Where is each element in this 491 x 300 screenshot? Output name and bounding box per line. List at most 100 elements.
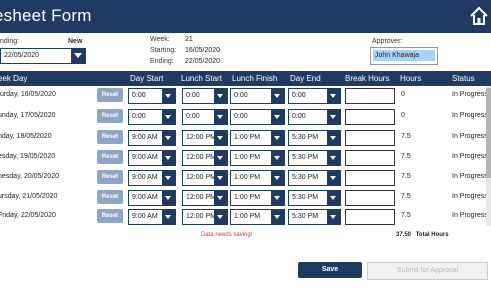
table-row: Friday, 22/05/2020 Reset 9:00 AM 12:00 PM 1:… (0, 207, 491, 226)
lunch-start-dropdown[interactable]: 0:00 (182, 88, 228, 104)
header-day-end: Day End (290, 74, 321, 83)
day-end-dropdown[interactable]: 5:30 PM (288, 190, 341, 206)
lunch-start-dropdown[interactable]: 12:00 PM (182, 190, 228, 206)
lunch-start-value: 12:00 PM (186, 174, 216, 181)
lunch-finish-value: 1:00 PM (234, 134, 261, 141)
lunch-finish-dropdown[interactable]: 1:00 PM (230, 150, 285, 166)
chevron-down-icon (327, 151, 340, 165)
reset-button[interactable]: Reset (97, 190, 123, 204)
row-hours: 7.5 (401, 193, 411, 200)
header-day-start: Day Start (130, 74, 164, 83)
day-end-dropdown[interactable]: 5:30 PM (288, 150, 341, 166)
break-hours-input[interactable] (345, 88, 395, 104)
day-end-dropdown[interactable]: 5:30 PM (288, 209, 341, 225)
ending-label: Ending: (150, 58, 174, 65)
day-start-dropdown[interactable]: 0:00 (128, 88, 176, 104)
day-end-dropdown[interactable]: 5:30 PM (288, 130, 341, 146)
chevron-down-icon (162, 171, 175, 185)
row-day: nday, 18/05/2020 (0, 133, 52, 140)
starting-value: 16/05/2020 (185, 47, 221, 54)
header-lunch-start: Lunch Start (181, 74, 222, 83)
reset-button[interactable]: Reset (97, 209, 123, 223)
reset-button[interactable]: Reset (97, 170, 123, 184)
approver-label: Approver: (372, 38, 403, 45)
chevron-down-icon (271, 89, 284, 103)
day-start-dropdown[interactable]: 9:00 AM (128, 190, 176, 206)
day-end-dropdown[interactable]: 5:30 PM (288, 170, 341, 186)
chevron-down-icon (271, 110, 284, 124)
day-end-value: 0:00 (292, 113, 306, 120)
day-end-value: 5:30 PM (292, 174, 319, 181)
chevron-down-icon (162, 89, 175, 103)
row-hours: 7.5 (401, 212, 411, 219)
lunch-finish-value: 0:00 (234, 113, 248, 120)
row-status: In Progress (452, 153, 488, 160)
total-hours-label: Total Hours (415, 232, 449, 238)
day-end-value: 5:30 PM (292, 134, 319, 141)
row-status: In Progress (452, 173, 488, 180)
chevron-down-icon (214, 151, 227, 165)
submit-for-approval-button[interactable]: Submit for Approval (367, 262, 488, 280)
day-start-dropdown[interactable]: 9:00 AM (128, 170, 176, 186)
row-day: ursday, 21/05/2020 (0, 193, 58, 200)
table-row: ursday, 21/05/2020 Reset 9:00 AM 12:00 PM 1:… (0, 188, 491, 207)
lunch-start-dropdown[interactable]: 0:00 (182, 109, 228, 125)
lunch-finish-dropdown[interactable]: 1:00 PM (230, 170, 285, 186)
lunch-finish-dropdown[interactable]: 1:00 PM (230, 130, 285, 146)
break-hours-input[interactable] (345, 190, 395, 206)
lunch-start-dropdown[interactable]: 12:00 PM (182, 130, 228, 146)
break-hours-input[interactable] (345, 109, 395, 125)
chevron-down-icon (327, 210, 340, 224)
row-day: Friday, 22/05/2020 (0, 212, 56, 219)
week-ending-label: nding: (0, 38, 20, 45)
row-status: In Progress (452, 112, 488, 119)
save-button[interactable]: Save (298, 262, 362, 278)
day-start-dropdown[interactable]: 9:00 AM (128, 150, 176, 166)
table-row: turday, 16/05/2020 Reset 0:00 0:00 0:00 0:00 0… (0, 86, 491, 105)
break-hours-input[interactable] (345, 209, 395, 225)
ending-value: 22/05/2020 (185, 58, 221, 65)
row-day: nesday, 20/05/2020 (0, 173, 59, 180)
lunch-finish-dropdown[interactable]: 1:00 PM (230, 209, 285, 225)
week-ending-dropdown[interactable]: 22/05/2020 (0, 48, 86, 64)
lunch-start-dropdown[interactable]: 12:00 PM (182, 170, 228, 186)
approver-input[interactable]: John Khawaja (370, 47, 438, 65)
lunch-finish-value: 0:00 (234, 92, 248, 99)
chevron-down-icon (271, 191, 284, 205)
chevron-down-icon (214, 210, 227, 224)
lunch-finish-value: 1:00 PM (234, 213, 261, 220)
lunch-start-dropdown[interactable]: 12:00 PM (182, 209, 228, 225)
home-icon[interactable] (469, 6, 489, 26)
day-start-value: 0:00 (132, 113, 146, 120)
day-start-dropdown[interactable]: 0:00 (128, 109, 176, 125)
row-day: unday, 17/05/2020 (0, 112, 56, 119)
reset-button[interactable]: Reset (97, 88, 123, 102)
save-warning: Data needs saving! (201, 232, 253, 238)
week-value: 21 (185, 36, 193, 43)
chevron-down-icon (71, 49, 85, 63)
day-end-dropdown[interactable]: 0:00 (288, 109, 341, 125)
day-start-dropdown[interactable]: 9:00 AM (128, 130, 176, 146)
scrollbar[interactable] (486, 86, 491, 226)
lunch-finish-dropdown[interactable]: 0:00 (230, 88, 285, 104)
page-title: esheet Form (0, 6, 92, 25)
reset-button[interactable]: Reset (97, 130, 123, 144)
scrollbar-thumb[interactable] (486, 88, 491, 178)
chevron-down-icon (271, 210, 284, 224)
lunch-start-dropdown[interactable]: 12:00 PM (182, 150, 228, 166)
new-link[interactable]: New (68, 38, 82, 45)
table-row: nday, 18/05/2020 Reset 9:00 AM 12:00 PM 1:00… (0, 128, 491, 147)
chevron-down-icon (162, 110, 175, 124)
break-hours-input[interactable] (345, 150, 395, 166)
break-hours-input[interactable] (345, 130, 395, 146)
lunch-finish-dropdown[interactable]: 0:00 (230, 109, 285, 125)
chevron-down-icon (214, 131, 227, 145)
day-end-dropdown[interactable]: 0:00 (288, 88, 341, 104)
day-start-dropdown[interactable]: 9:00 AM (128, 209, 176, 225)
reset-button[interactable]: Reset (97, 109, 123, 123)
lunch-finish-dropdown[interactable]: 1:00 PM (230, 190, 285, 206)
lunch-start-value: 12:00 PM (186, 134, 216, 141)
title-bar: esheet Form (0, 0, 491, 33)
reset-button[interactable]: Reset (97, 150, 123, 164)
break-hours-input[interactable] (345, 170, 395, 186)
